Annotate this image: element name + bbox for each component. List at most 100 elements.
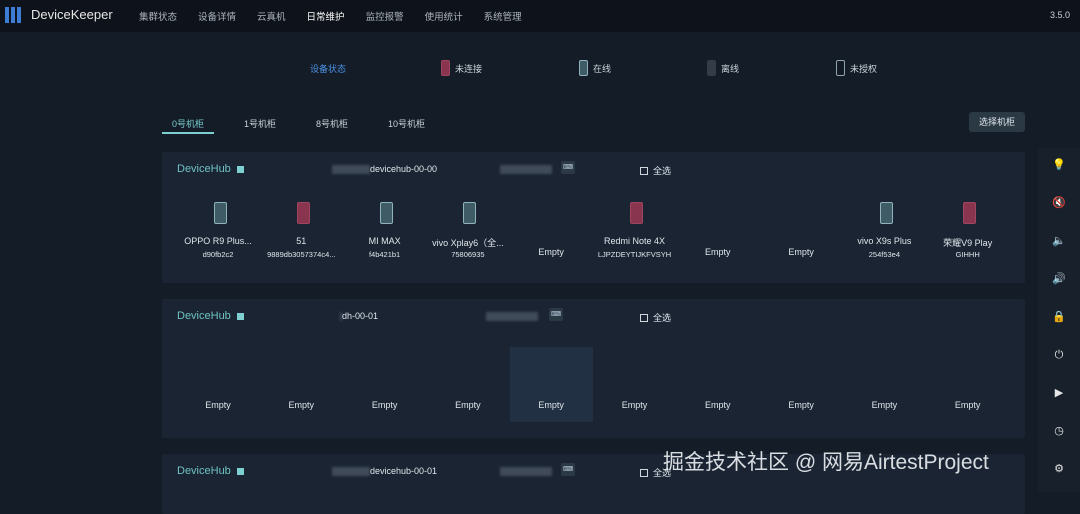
device-slot[interactable]: Empty: [676, 202, 759, 277]
device-name: vivo X9s Plus: [857, 236, 912, 246]
mute-icon[interactable]: 🔇: [1049, 193, 1069, 213]
redacted-ip: [332, 467, 370, 476]
phone-icon: [963, 202, 977, 224]
cabinet-tab[interactable]: 10号机柜: [378, 112, 435, 134]
slot-empty: Empty: [455, 400, 481, 410]
slot-empty: Empty: [871, 400, 898, 410]
hub-card: DeviceHub devicehub-00-00 ⌨ 全选 OPPO R9 Plus.…: [162, 152, 1025, 283]
device-name: 51: [296, 236, 307, 246]
cabinet-tabs: 0号机柜 1号机柜 8号机柜 10号机柜: [162, 112, 455, 134]
device-slot[interactable]: Redmi Note 4X LJPZDEYTIJKFVSYH: [593, 202, 676, 264]
slot-empty: Empty: [705, 247, 731, 257]
terminal-button[interactable]: ⌨: [561, 161, 575, 174]
legend-item: 离线: [707, 60, 739, 76]
checkbox-icon[interactable]: [640, 468, 648, 477]
bulb-icon[interactable]: 💡: [1049, 155, 1069, 175]
phone-icon: [296, 202, 310, 224]
hub-title: DeviceHub: [177, 465, 244, 477]
device-serial: f4b421b1: [368, 250, 401, 259]
phone-icon: [579, 60, 588, 76]
device-slot[interactable]: Empty: [510, 202, 593, 277]
legend-label: 离线: [721, 63, 740, 74]
device-name: OPPO R9 Plus...: [184, 236, 252, 246]
redacted-address: [486, 312, 538, 321]
checkbox-icon[interactable]: [640, 313, 648, 322]
device-slot[interactable]: MI MAX f4b421b1: [343, 202, 426, 264]
device-slot[interactable]: vivo Xplay6（全... 75806935: [426, 202, 509, 264]
settings-icon[interactable]: ⚙: [1049, 459, 1069, 479]
cabinet-tab[interactable]: 8号机柜: [306, 112, 358, 134]
device-slot[interactable]: Empty: [343, 347, 426, 422]
cabinet-tab[interactable]: 1号机柜: [234, 112, 286, 134]
device-slot[interactable]: Empty: [426, 347, 509, 422]
hub-host: dh-00-01: [342, 311, 379, 321]
device-slot[interactable]: 51 9889db3057374c4...: [260, 202, 343, 264]
nav-item[interactable]: 集群状态: [139, 9, 177, 23]
phone-icon: [879, 202, 893, 224]
select-all-checkbox[interactable]: 全选: [640, 164, 671, 177]
device-name: MI MAX: [368, 236, 401, 246]
watermark: 掘金技术社区 @ 网易AirtestProject: [663, 451, 989, 474]
phone-icon: [213, 202, 227, 224]
device-slot[interactable]: Empty: [760, 202, 843, 277]
device-slot[interactable]: Empty: [760, 347, 843, 422]
legend-label: 未授权: [850, 63, 878, 74]
select-all-label: 全选: [653, 166, 672, 176]
phone-icon: [463, 202, 477, 224]
legend-item: 未连接: [441, 60, 482, 76]
device-serial: d90fb2c2: [202, 250, 234, 259]
slot-empty: Empty: [538, 247, 564, 257]
legend-label: 在线: [593, 63, 612, 74]
legend-item: 未授权: [836, 60, 877, 76]
device-name: vivo Xplay6（全...: [432, 238, 504, 248]
chart-icon[interactable]: [236, 165, 244, 173]
device-serial: 75806935: [451, 250, 485, 259]
nav-item[interactable]: 设备详情: [198, 9, 236, 23]
chart-icon[interactable]: [236, 467, 244, 475]
power-icon[interactable]: ⏻: [1049, 345, 1069, 365]
redacted-address: [500, 467, 552, 476]
device-serial: 9889db3057374c4...: [267, 250, 336, 259]
device-slot[interactable]: Empty: [177, 347, 260, 422]
device-serial: LJPZDEYTIJKFVSYH: [597, 250, 672, 259]
slot-empty: Empty: [538, 400, 564, 410]
device-slot[interactable]: vivo X9s Plus 254f53e4: [843, 202, 926, 264]
nav-item[interactable]: 监控报警: [366, 9, 404, 23]
cabinet-tab[interactable]: 0号机柜: [162, 112, 215, 134]
lock-icon[interactable]: 🔒: [1049, 307, 1069, 327]
hub-name: DeviceHub: [177, 465, 231, 477]
device-slot[interactable]: OPPO R9 Plus... d90fb2c2: [177, 202, 260, 264]
select-all-label: 全选: [653, 313, 672, 323]
slot-empty: Empty: [371, 400, 398, 410]
nav-item[interactable]: 日常维护: [307, 9, 345, 23]
phone-icon: [836, 60, 845, 76]
device-slot[interactable]: Empty: [926, 347, 1009, 422]
checkbox-icon[interactable]: [640, 166, 648, 175]
volume-up-icon[interactable]: 🔊: [1049, 269, 1069, 289]
device-slot[interactable]: Empty: [843, 347, 926, 422]
clock-icon[interactable]: ◷: [1049, 421, 1069, 441]
device-slot[interactable]: Empty: [509, 347, 593, 422]
hub-host: devicehub-00-01: [370, 466, 438, 476]
chart-icon[interactable]: [236, 312, 244, 320]
play-icon[interactable]: ▶: [1049, 383, 1069, 403]
device-slot[interactable]: Empty: [593, 347, 676, 422]
legend-title: 设备状态: [310, 64, 347, 74]
phone-icon: [707, 60, 716, 76]
select-all-checkbox[interactable]: 全选: [640, 311, 671, 324]
nav-item[interactable]: 系统管理: [484, 9, 522, 23]
device-name: Redmi Note 4X: [603, 236, 666, 246]
select-cabinet-button[interactable]: 选择机柜: [969, 112, 1025, 132]
terminal-button[interactable]: ⌨: [549, 308, 563, 321]
device-slot[interactable]: Empty: [260, 347, 343, 422]
device-slot[interactable]: Empty: [676, 347, 759, 422]
terminal-button[interactable]: ⌨: [561, 463, 575, 476]
device-slot[interactable]: 荣耀V9 Play GIHHH: [926, 202, 1009, 264]
slot-empty: Empty: [205, 400, 231, 410]
volume-down-icon[interactable]: 🔈: [1049, 231, 1069, 251]
tool-sidebar: 💡 🔇 🔈 🔊 🔒 ⏻ ▶ ◷ ⚙: [1038, 148, 1080, 492]
nav-item[interactable]: 使用统计: [425, 9, 463, 23]
slot-empty: Empty: [788, 247, 814, 257]
nav-item[interactable]: 云真机: [257, 9, 286, 23]
main-menu: 集群状态 设备详情 云真机 日常维护 监控报警 使用统计 系统管理: [139, 9, 543, 23]
